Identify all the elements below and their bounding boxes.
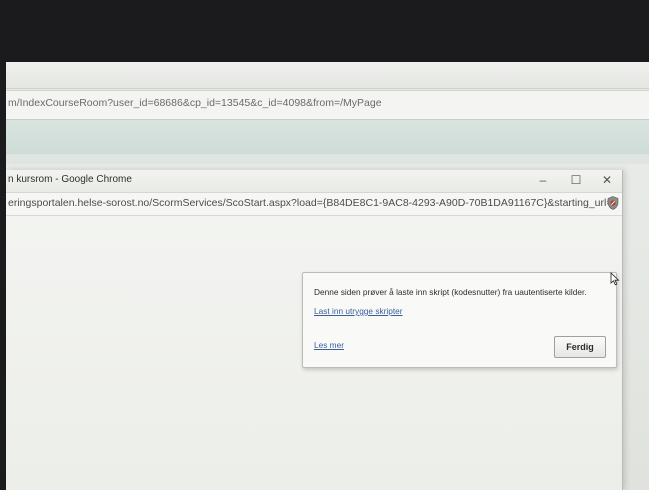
insecure-content-bubble: Denne siden prøver å laste inn skript (k… — [302, 272, 617, 368]
popup-window-title: n kursrom - Google Chrome — [8, 174, 132, 185]
load-unsafe-scripts-link[interactable]: Last inn utrygge skripter — [314, 306, 403, 316]
shield-blocked-icon[interactable] — [607, 196, 619, 210]
close-button[interactable]: ✕ — [594, 172, 620, 189]
background-browser-toolbar — [6, 62, 649, 89]
background-address-bar[interactable]: m/IndexCourseRoom?user_id=68686&cp_id=13… — [6, 90, 649, 120]
background-page-header — [6, 120, 649, 154]
bubble-message: Denne siden prøver å laste inn skript (k… — [314, 287, 587, 297]
mouse-pointer-icon — [610, 272, 620, 286]
popup-address-bar[interactable]: eringsportalen.helse-sorost.no/ScormServ… — [6, 193, 622, 216]
background-page-strip — [6, 154, 649, 164]
background-url-text: m/IndexCourseRoom?user_id=68686&cp_id=13… — [8, 97, 382, 109]
minimize-button[interactable]: – — [530, 172, 556, 189]
maximize-button[interactable]: ☐ — [563, 172, 589, 189]
popup-title-bar[interactable]: n kursrom - Google Chrome – ☐ ✕ — [6, 170, 622, 193]
monitor-screen: m/IndexCourseRoom?user_id=68686&cp_id=13… — [6, 62, 649, 490]
learn-more-link[interactable]: Les mer — [314, 340, 344, 350]
popup-url-text: eringsportalen.helse-sorost.no/ScormServ… — [8, 197, 613, 209]
done-button[interactable]: Ferdig — [554, 336, 606, 358]
